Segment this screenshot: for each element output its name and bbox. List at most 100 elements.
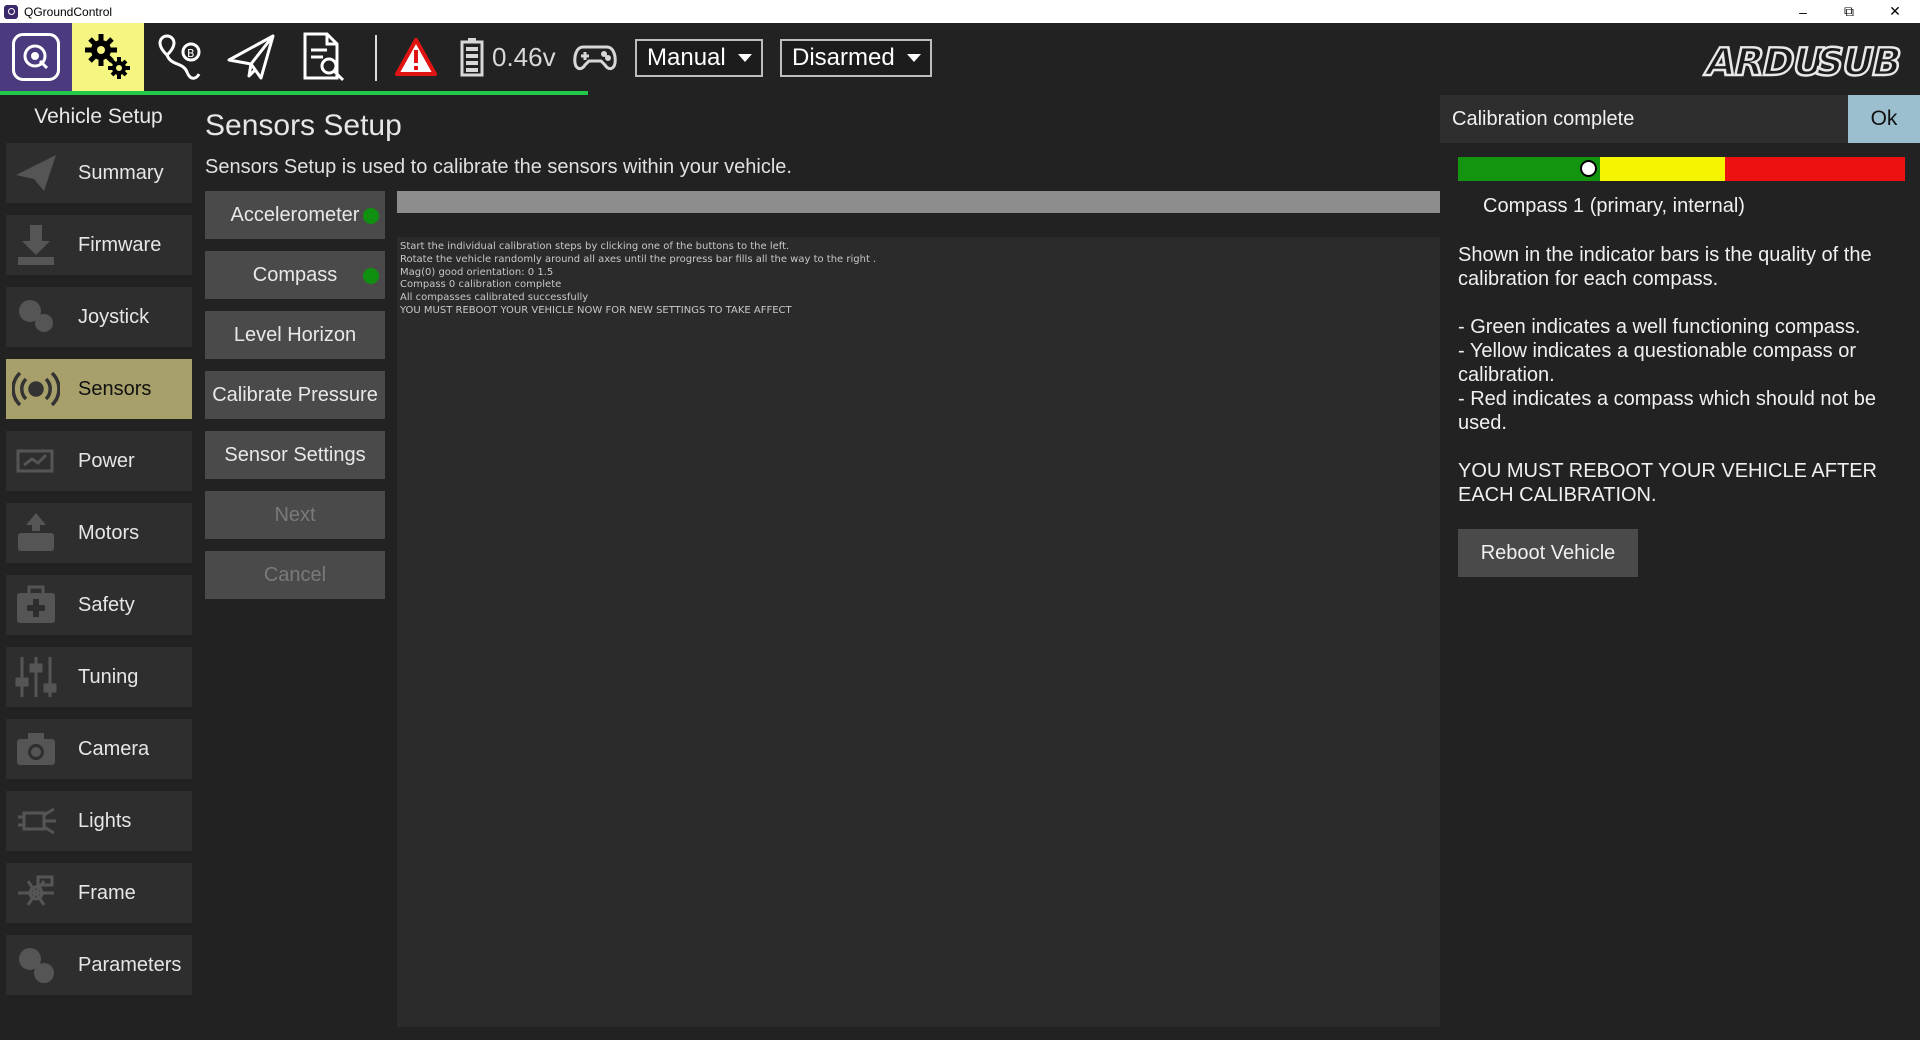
ok-button[interactable]: Ok: [1848, 95, 1920, 143]
reboot-vehicle-button[interactable]: Reboot Vehicle: [1458, 529, 1638, 577]
waypoint-plan-icon: B: [158, 34, 201, 80]
frame-icon: [6, 863, 66, 923]
svg-text:B: B: [187, 47, 195, 60]
quality-marker: [1580, 160, 1597, 177]
calibration-log: Start the individual calibration steps b…: [397, 237, 1440, 1027]
log-line: Start the individual calibration steps b…: [400, 241, 790, 252]
plan-view-button[interactable]: B: [144, 23, 216, 91]
nav-item-joystick[interactable]: Joystick: [6, 287, 192, 347]
vehicle-messages-button[interactable]: [390, 23, 442, 91]
nav-item-camera[interactable]: Camera: [6, 719, 192, 779]
nav-item-frame[interactable]: Frame: [6, 863, 192, 923]
arm-state-value: Disarmed: [792, 44, 895, 71]
info-paragraph: - Red indicates a compass which should n…: [1458, 388, 1877, 434]
nav-item-label: Power: [78, 449, 135, 472]
info-paragraph: YOU MUST REBOOT YOUR VEHICLE AFTER EACH …: [1458, 460, 1877, 506]
nav-item-sensors[interactable]: Sensors: [6, 359, 192, 419]
qgc-app-icon: [4, 4, 18, 19]
analyze-view-button[interactable]: [288, 23, 360, 91]
info-paragraph: - Green indicates a well functioning com…: [1458, 316, 1861, 338]
page-description: Sensors Setup is used to calibrate the s…: [205, 156, 792, 178]
calibration-progress-bar: [397, 191, 1440, 213]
sliders-icon: [6, 647, 66, 707]
nav-item-power[interactable]: Power: [6, 431, 192, 491]
paper-plane-icon: [227, 34, 275, 80]
paper-plane-icon: [6, 143, 66, 203]
next-button[interactable]: Next: [205, 491, 385, 539]
button-label: Calibrate Pressure: [212, 383, 378, 406]
nav-header: Vehicle Setup: [34, 105, 163, 128]
calibration-complete-dialog: Calibration complete Ok Compass 1 (prima…: [1440, 95, 1920, 1040]
nav-item-label: Safety: [78, 593, 135, 616]
nav-item-label: Motors: [78, 521, 140, 544]
power-icon: [6, 431, 66, 491]
analyze-document-icon: [303, 32, 345, 82]
nav-item-label: Sensors: [78, 377, 152, 400]
window-title: QGroundControl: [24, 4, 113, 19]
nav-item-tuning[interactable]: Tuning: [6, 647, 192, 707]
camera-icon: [6, 719, 66, 779]
download-icon: [6, 215, 66, 275]
battery-icon: [460, 38, 484, 77]
calibrate-pressure-button[interactable]: Calibrate Pressure: [205, 371, 385, 419]
button-label: Next: [274, 503, 316, 526]
dialog-header: Calibration complete Ok: [1440, 95, 1920, 143]
nav-item-label: Joystick: [78, 305, 150, 328]
compass-quality-bar: [1458, 157, 1905, 181]
nav-item-lights[interactable]: Lights: [6, 791, 192, 851]
flight-mode-value: Manual: [647, 44, 726, 71]
level-horizon-button[interactable]: Level Horizon: [205, 311, 385, 359]
arm-state-dropdown[interactable]: Disarmed: [780, 39, 932, 77]
log-line: All compasses calibrated successfully: [400, 292, 589, 304]
nav-item-safety[interactable]: Safety: [6, 575, 192, 635]
sensor-signal-icon: [6, 359, 66, 419]
gamepad-icon: [6, 287, 66, 347]
flight-mode-dropdown[interactable]: Manual: [635, 39, 763, 77]
button-label: Compass: [252, 263, 338, 286]
warning-icon: [395, 38, 437, 76]
nav-item-label: Lights: [78, 809, 132, 832]
quality-bar-yellow: [1600, 157, 1725, 181]
vehicle-setup-nav: Vehicle Setup Summary Firmware Joystick …: [0, 95, 197, 1040]
sensors-setup-panel: Sensors Setup Sensors Setup is used to c…: [197, 95, 1440, 1040]
accelerometer-button[interactable]: Accelerometer: [205, 191, 385, 239]
compass-status-indicator: [363, 268, 379, 284]
quality-bar-green: [1458, 157, 1600, 181]
vehicle-setup-button[interactable]: [72, 23, 144, 91]
nav-item-label: Parameters: [78, 953, 182, 976]
sensor-settings-button[interactable]: Sensor Settings: [205, 431, 385, 479]
light-icon: [6, 791, 66, 851]
ardusub-logo: ARDU SUB: [1700, 39, 1906, 83]
info-paragraph: - Yellow indicates a questionable compas…: [1458, 340, 1857, 386]
minimize-icon[interactable]: –: [1780, 0, 1826, 23]
compass-label: Compass 1 (primary, internal): [1483, 195, 1745, 217]
nav-item-parameters[interactable]: Parameters: [6, 935, 192, 995]
nav-item-motors[interactable]: Motors: [6, 503, 192, 563]
fly-view-button[interactable]: [216, 23, 288, 91]
joystick-status-button[interactable]: [566, 23, 624, 91]
gears-icon: [6, 935, 66, 995]
qgc-menu-button[interactable]: [0, 23, 72, 91]
gears-icon: [85, 34, 130, 79]
main-toolbar: B 0.46v Manual Disarmed ARDU SUB: [0, 23, 1920, 95]
nav-item-firmware[interactable]: Firmware: [6, 215, 192, 275]
chevron-down-icon: [906, 54, 921, 62]
nav-item-label: Tuning: [78, 665, 139, 688]
chevron-down-icon: [737, 54, 752, 62]
compass-button[interactable]: Compass: [205, 251, 385, 299]
battery-voltage: 0.46v: [492, 41, 556, 72]
quality-bar-red: [1725, 157, 1905, 181]
nav-item-summary[interactable]: Summary: [6, 143, 192, 203]
restore-icon[interactable]: ⧉: [1826, 0, 1872, 23]
first-aid-icon: [6, 575, 66, 635]
nav-item-label: Summary: [78, 161, 164, 184]
cancel-button[interactable]: Cancel: [205, 551, 385, 599]
battery-indicator[interactable]: 0.46v: [460, 33, 556, 81]
close-icon[interactable]: ✕: [1872, 0, 1918, 23]
log-line: Mag(0) good orientation: 0 1.5: [400, 266, 554, 278]
brand-sub: SUB: [1811, 40, 1905, 83]
log-line: YOU MUST REBOOT YOUR VEHICLE NOW FOR NEW…: [400, 304, 792, 316]
motor-icon: [6, 503, 66, 563]
nav-item-label: Camera: [78, 737, 150, 760]
log-line: Compass 0 calibration complete: [400, 279, 562, 291]
